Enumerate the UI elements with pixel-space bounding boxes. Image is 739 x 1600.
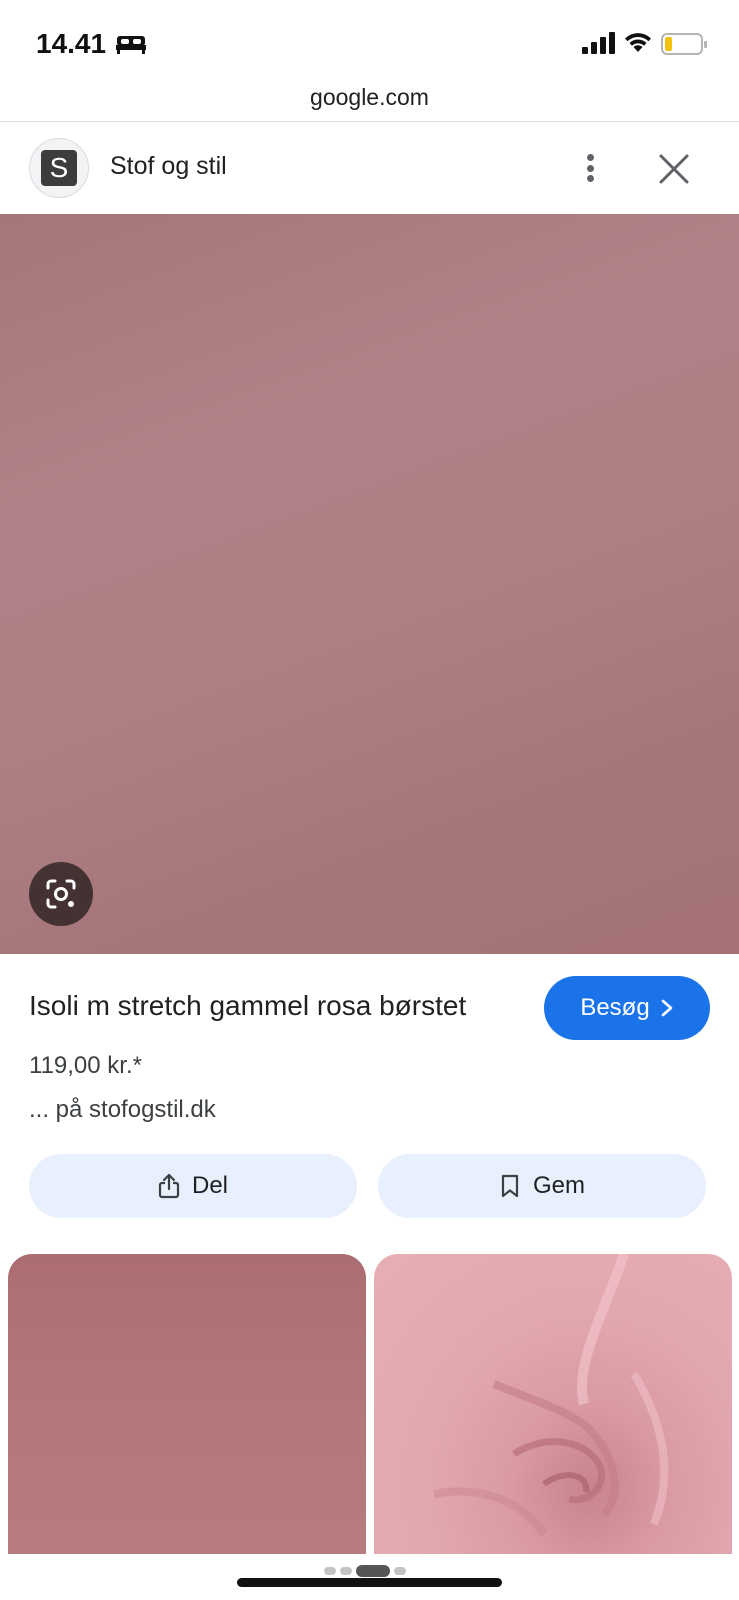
related-image[interactable] (374, 1254, 732, 1554)
fabric-swirl (433, 1254, 669, 1537)
visit-button[interactable]: Besøg (544, 976, 710, 1040)
bed-icon (116, 36, 146, 54)
site-logo: S (41, 150, 77, 186)
product-image[interactable] (0, 214, 739, 954)
site-avatar[interactable]: S (29, 138, 89, 198)
bottom-bar (0, 1554, 739, 1600)
product-title: Isoli m stretch gammel rosa børstet (29, 990, 467, 1021)
site-name[interactable]: Stof og stil (110, 152, 227, 181)
related-image[interactable] (8, 1254, 366, 1554)
share-icon (158, 1173, 180, 1199)
signal-icon (582, 32, 615, 54)
share-label: Del (191, 1172, 228, 1199)
share-button[interactable]: Del (29, 1154, 357, 1218)
home-indicator[interactable] (237, 1578, 502, 1587)
status-time: 14.41 (36, 28, 107, 59)
more-icon[interactable] (572, 148, 608, 188)
save-label: Gem (532, 1172, 585, 1199)
visit-label: Besøg (580, 994, 650, 1021)
lens-icon[interactable] (29, 862, 93, 926)
product-source: ... på stofogstil.dk (29, 1096, 216, 1123)
site-header: S Stof og stil (0, 122, 739, 214)
bookmark-icon (501, 1174, 519, 1198)
status-bar: 14.41 (0, 0, 739, 86)
product-price: 119,00 kr.* (29, 1052, 142, 1079)
url-domain[interactable]: google.com (0, 80, 739, 122)
wifi-icon (625, 33, 651, 52)
chevron-right-icon (661, 999, 672, 1017)
battery-icon (661, 33, 707, 55)
save-button[interactable]: Gem (378, 1154, 706, 1218)
page-indicator (324, 1565, 406, 1577)
close-icon[interactable] (657, 152, 691, 186)
